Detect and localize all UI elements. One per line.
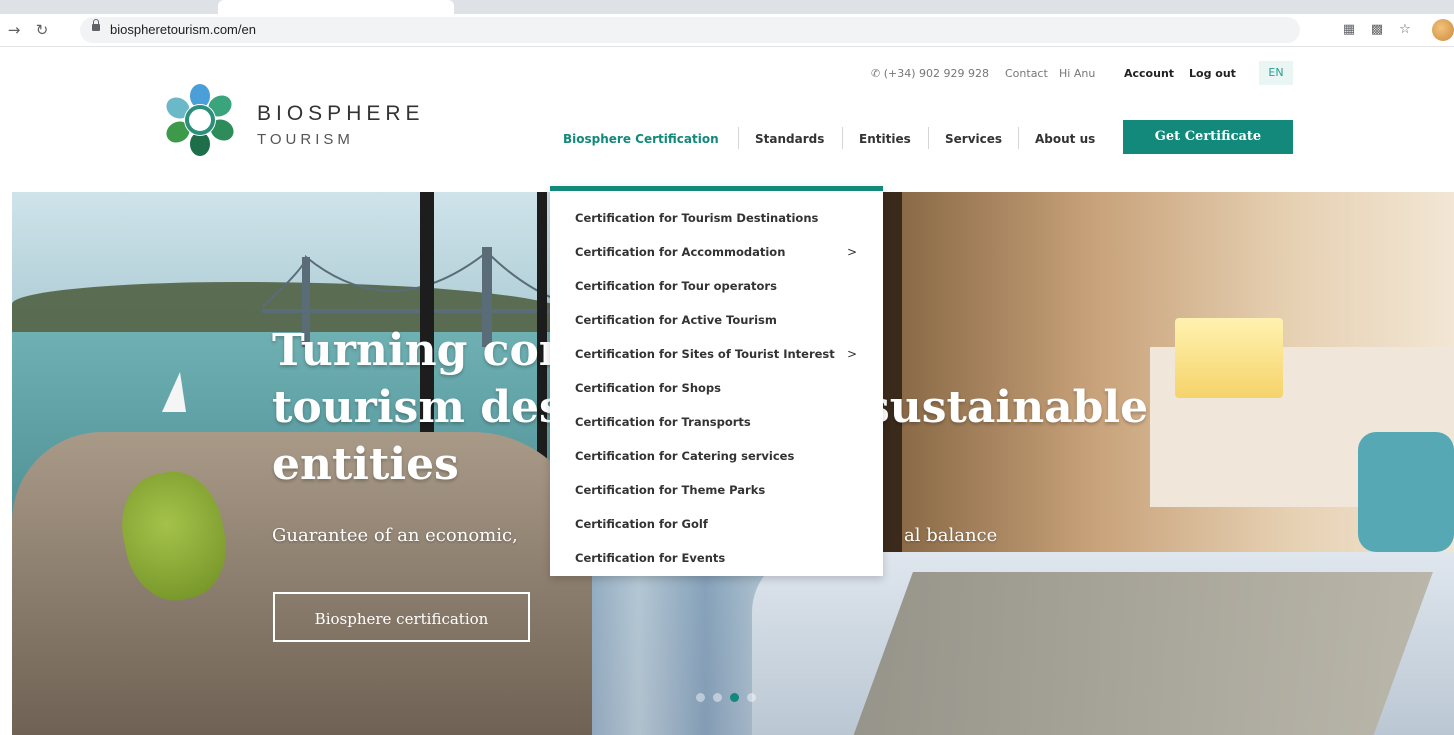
- lock-icon: [92, 19, 100, 31]
- contact-link[interactable]: Contact: [1005, 67, 1048, 83]
- certification-dropdown-menu: Certification for Tourism Destinations C…: [550, 186, 883, 576]
- menu-item-accommodation[interactable]: Certification for Accommodation: [575, 242, 875, 262]
- slider-dot[interactable]: [696, 693, 705, 702]
- slider-dot[interactable]: [713, 693, 722, 702]
- logout-link[interactable]: Log out: [1189, 67, 1236, 83]
- get-certificate-button[interactable]: Get Certificate: [1123, 120, 1293, 154]
- extension-icon[interactable]: ▦: [1340, 21, 1358, 39]
- menu-item-catering-services[interactable]: Certification for Catering services: [575, 446, 875, 466]
- slider-dot[interactable]: [747, 693, 756, 702]
- phone-number[interactable]: ✆ (+34) 902 929 928: [871, 67, 989, 83]
- sailboat: [162, 372, 186, 412]
- hero-subtitle-b: al balance: [904, 525, 998, 546]
- brand-subname: TOURISM: [257, 131, 354, 148]
- nav-about-us[interactable]: About us: [1035, 132, 1095, 146]
- browser-toolbar: → ↻ biospheretourism.com/en ▦ ▩ ☆: [0, 14, 1454, 47]
- address-url[interactable]: biospheretourism.com/en: [110, 22, 256, 37]
- hero-subtitle: Guarantee of an economic, al balance: [272, 525, 997, 546]
- translate-icon[interactable]: ▩: [1368, 21, 1386, 39]
- blanket: [851, 572, 1433, 735]
- address-bar[interactable]: biospheretourism.com/en: [80, 17, 1300, 43]
- back-arrow-icon[interactable]: →: [4, 20, 24, 40]
- menu-item-active-tourism[interactable]: Certification for Active Tourism: [575, 310, 875, 330]
- hero-subtitle-a: Guarantee of an economic,: [272, 525, 518, 546]
- menu-item-events[interactable]: Certification for Events: [575, 548, 875, 568]
- nav-services[interactable]: Services: [945, 132, 1002, 146]
- menu-item-tour-operators[interactable]: Certification for Tour operators: [575, 276, 875, 296]
- account-link[interactable]: Account: [1124, 67, 1174, 83]
- menu-item-golf[interactable]: Certification for Golf: [575, 514, 875, 534]
- hero-title-line-2b: sustainable: [865, 382, 1149, 433]
- browser-active-tab[interactable]: [218, 0, 454, 14]
- biosphere-logo-icon[interactable]: [162, 82, 238, 158]
- nav-entities[interactable]: Entities: [859, 132, 911, 146]
- language-selector[interactable]: EN: [1259, 61, 1293, 85]
- nav-separator: [738, 127, 739, 149]
- brand-name: BIOSPHERE: [257, 102, 425, 125]
- reload-icon[interactable]: ↻: [32, 20, 52, 40]
- nav-biosphere-certification[interactable]: Biosphere Certification: [563, 132, 719, 146]
- menu-item-transports[interactable]: Certification for Transports: [575, 412, 875, 432]
- menu-item-theme-parks[interactable]: Certification for Theme Parks: [575, 480, 875, 500]
- star-icon[interactable]: ☆: [1396, 21, 1414, 39]
- pillow: [1358, 432, 1454, 552]
- hero-title-line-2: tourism des: [272, 382, 564, 433]
- slider-dot-active[interactable]: [730, 693, 739, 702]
- nav-standards[interactable]: Standards: [755, 132, 824, 146]
- menu-item-sites-of-tourist-interest[interactable]: Certification for Sites of Tourist Inter…: [575, 344, 875, 364]
- menu-item-tourism-destinations[interactable]: Certification for Tourism Destinations: [575, 208, 875, 228]
- profile-avatar[interactable]: [1432, 19, 1454, 41]
- nav-separator: [928, 127, 929, 149]
- biosphere-certification-button[interactable]: Biosphere certification: [273, 592, 530, 642]
- menu-item-shops[interactable]: Certification for Shops: [575, 378, 875, 398]
- nav-separator: [1018, 127, 1019, 149]
- chevron-right-icon: >: [847, 347, 858, 361]
- chevron-right-icon: >: [847, 245, 858, 259]
- nav-separator: [842, 127, 843, 149]
- user-greeting: Hi Anu: [1059, 67, 1096, 80]
